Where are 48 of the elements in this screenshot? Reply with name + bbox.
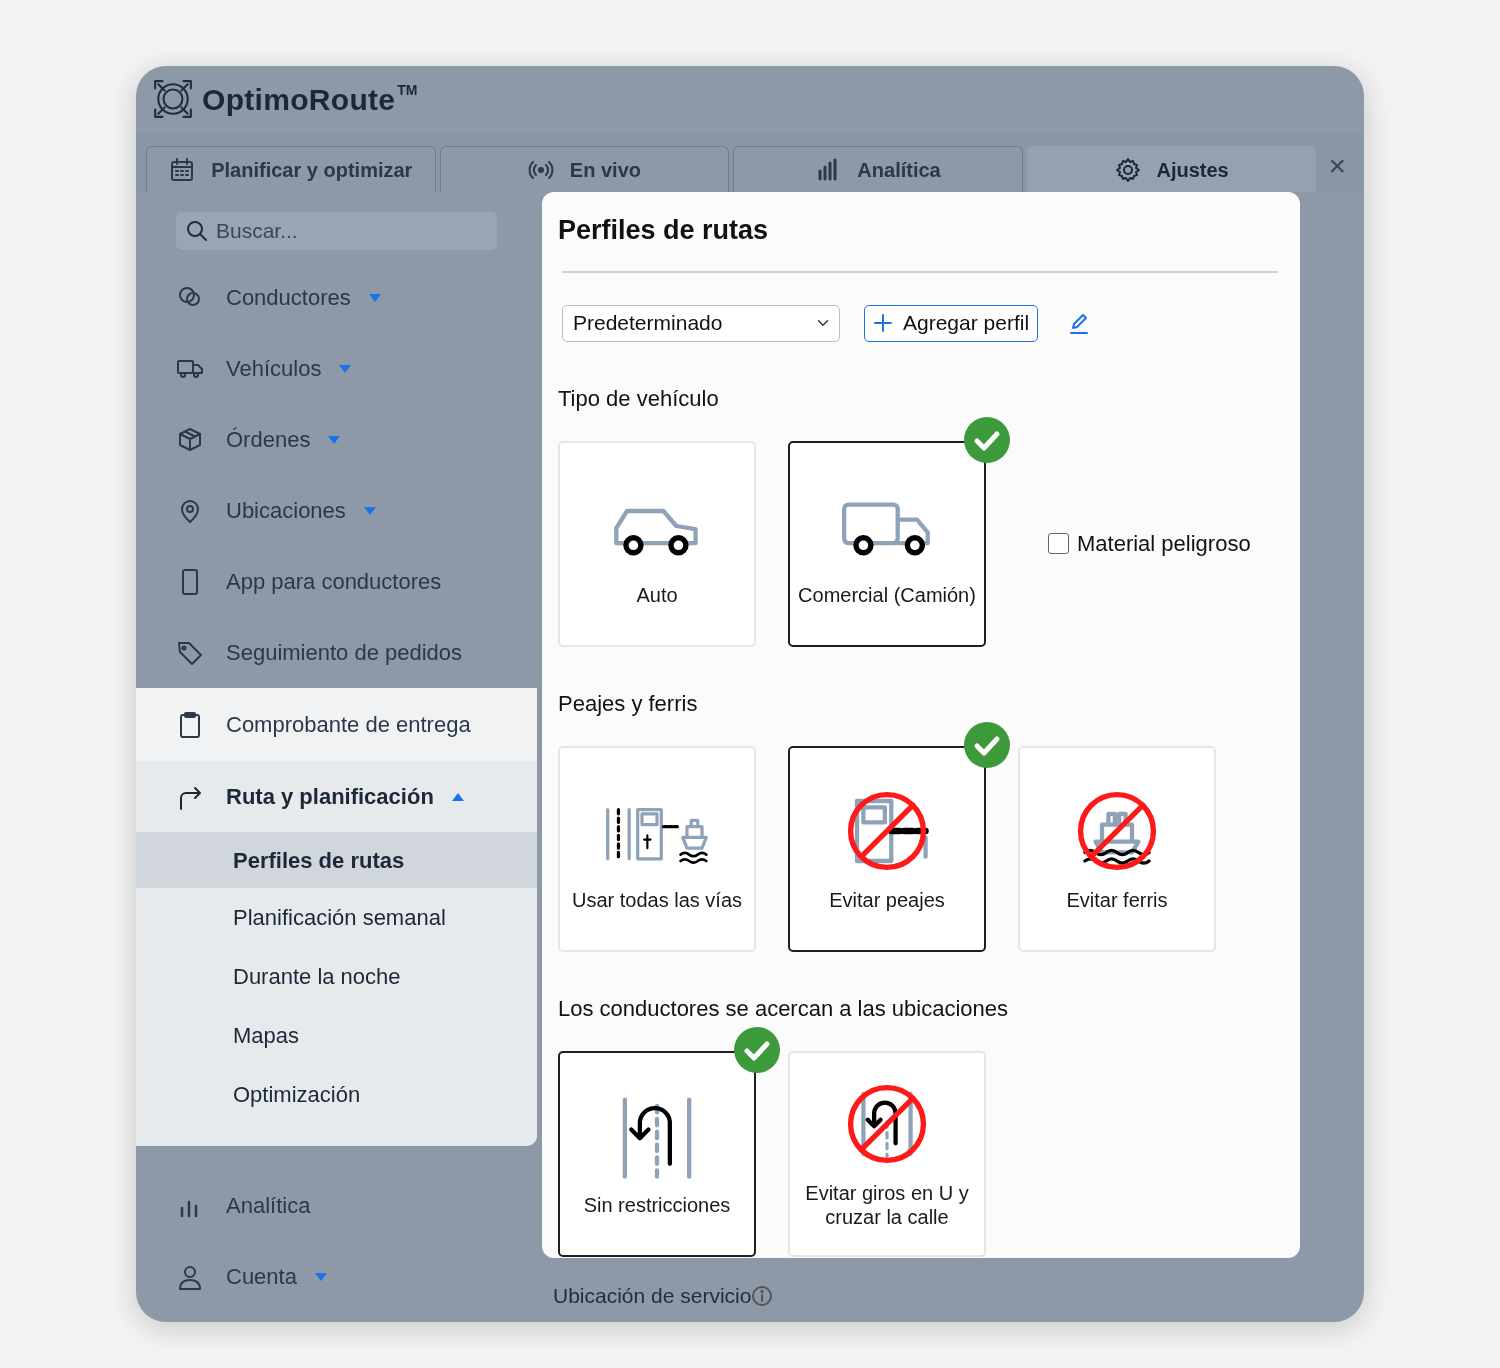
- option-card[interactable]: Evitar peajes: [788, 745, 986, 952]
- option-card[interactable]: Evitar ferris: [1018, 745, 1216, 952]
- trademark-mark: TM: [397, 81, 418, 100]
- sidebar-item[interactable]: Analítica: [136, 1170, 537, 1241]
- tab[interactable]: En vivo: [439, 146, 730, 192]
- option-card[interactable]: Auto: [558, 440, 756, 647]
- checkmark-icon: [963, 415, 1011, 464]
- section-heading: Peajes y ferris: [558, 689, 699, 718]
- sidebar-item[interactable]: Comprobante de entrega: [136, 688, 537, 761]
- submenu-item[interactable]: Optimización: [136, 1065, 537, 1124]
- checkbox-label: Material peligroso: [1077, 530, 1251, 558]
- sidebar-item[interactable]: Ruta y planificación: [136, 761, 537, 832]
- option-card[interactable]: Evitar giros en U y cruzar la calle: [788, 1050, 986, 1257]
- sidebar-item[interactable]: Órdenes: [136, 404, 537, 475]
- option-card[interactable]: Comercial (Camión): [788, 440, 986, 647]
- logo-icon: [152, 78, 194, 120]
- option-card[interactable]: Sin restricciones: [558, 1050, 756, 1257]
- info-icon: [751, 1284, 774, 1307]
- add-profile-button[interactable]: Agregar perfil: [864, 304, 1039, 342]
- sidebar-item[interactable]: Seguimiento de pedidos: [136, 617, 537, 688]
- box-icon: [176, 425, 204, 454]
- sidebar-item[interactable]: Conductores: [136, 262, 537, 333]
- submenu-item[interactable]: Perfiles de rutas: [136, 832, 537, 888]
- sidebar-item[interactable]: Vehículos: [136, 333, 537, 404]
- panel-title: Perfiles de rutas: [558, 214, 770, 247]
- submenu-item[interactable]: Planificación semanal: [136, 888, 537, 947]
- section-heading: Los conductores se acercan a las ubicaciones: [558, 994, 1010, 1023]
- section-heading: Tipo de vehículo: [558, 384, 720, 413]
- sidebar-item[interactable]: Ubicaciones: [136, 475, 537, 546]
- pencil-icon: [1068, 311, 1091, 336]
- sidebar-item[interactable]: App para conductores: [136, 546, 537, 617]
- tab[interactable]: Planificar y optimizar: [146, 146, 436, 192]
- tab[interactable]: Ajustes: [1026, 146, 1317, 192]
- checkmark-icon: [963, 720, 1011, 769]
- plus-icon: [873, 313, 893, 333]
- calendar-icon: [169, 156, 196, 183]
- checkbox[interactable]: [1048, 533, 1069, 554]
- profile-dropdown[interactable]: Predeterminado: [562, 304, 840, 342]
- option-card[interactable]: Usar todas las vías: [558, 745, 756, 952]
- logo-text: OptimoRoute: [202, 81, 396, 118]
- settings-icon: [1114, 156, 1141, 183]
- checkmark-icon: [733, 1025, 781, 1074]
- search-field[interactable]: Buscar...: [176, 212, 497, 250]
- submenu-item[interactable]: Mapas: [136, 1006, 537, 1065]
- submenu-item[interactable]: Durante la noche: [136, 947, 537, 1006]
- tab[interactable]: Analítica: [733, 146, 1023, 192]
- sidebar-item[interactable]: Cuenta: [136, 1241, 537, 1312]
- section-heading: Ubicación de servicio: [553, 1283, 752, 1309]
